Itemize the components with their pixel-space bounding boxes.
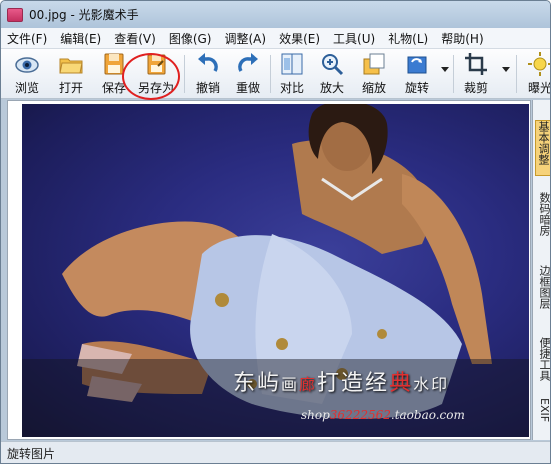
image-canvas[interactable]: 东屿画廊打造经典水印 shop36222562.taobao.com — [7, 100, 531, 440]
exposure-button[interactable]: 曝光 — [523, 51, 551, 97]
open-label: 打开 — [58, 81, 83, 95]
menu-tools[interactable]: 工具(U) — [333, 30, 375, 47]
zoom-in-label: 放大 — [319, 81, 344, 95]
undo-arrow-icon — [195, 51, 221, 77]
tab-basic-adjust[interactable]: 基本调整 — [535, 120, 550, 176]
menu-gifts[interactable]: 礼物(L) — [388, 30, 428, 47]
compare-label: 对比 — [279, 81, 304, 95]
watermark-text-5: 典 — [389, 371, 414, 396]
open-button[interactable]: 打开 — [53, 51, 89, 97]
menu-image[interactable]: 图像(G) — [169, 30, 212, 47]
watermark-text-3: 廊 — [299, 375, 318, 394]
toolbar: 浏览 打开 保存 另存为 撤销 重做 对比 放大 缩放 旋转 裁剪 曝光 — [1, 49, 551, 99]
exposure-label: 曝光 — [527, 81, 551, 95]
magnifier-plus-icon — [319, 51, 345, 77]
crop-icon — [463, 51, 489, 77]
eye-icon — [14, 51, 40, 77]
resize-icon — [361, 51, 387, 77]
window-title: 00.jpg - 光影魔术手 — [29, 8, 139, 22]
crop-dropdown-arrow-icon[interactable] — [502, 67, 510, 72]
compare-split-icon — [279, 51, 305, 77]
resize-label: 缩放 — [361, 81, 386, 95]
toolbar-separator — [184, 55, 185, 93]
resize-button[interactable]: 缩放 — [357, 51, 391, 97]
rotate-dropdown-arrow-icon[interactable] — [441, 67, 449, 72]
toolbar-separator — [453, 55, 454, 93]
app-logo-icon — [7, 7, 23, 22]
watermark-url-number: 36222562 — [329, 408, 391, 422]
redo-arrow-icon — [235, 51, 261, 77]
undo-label: 撤销 — [195, 81, 220, 95]
title-bar: 00.jpg - 光影魔术手 — [1, 1, 550, 28]
side-panel: 基本调整 数码暗房 边框图层 便捷工具 EXIF — [532, 100, 550, 440]
toolbar-separator — [270, 55, 271, 93]
watermark-url: shop36222562.taobao.com — [301, 408, 465, 422]
redo-label: 重做 — [235, 81, 260, 95]
browse-label: 浏览 — [14, 81, 39, 95]
toolbar-separator — [516, 55, 517, 93]
watermark-text-1: 东屿 — [233, 371, 282, 396]
status-bar: 旋转图片 — [1, 441, 550, 463]
rotate-label: 旋转 — [404, 81, 429, 95]
watermark-text-2: 画 — [281, 375, 300, 394]
app-window: 00.jpg - 光影魔术手 文件(F) 编辑(E) 查看(V) 图像(G) 调… — [0, 0, 551, 464]
menu-bar: 文件(F) 编辑(E) 查看(V) 图像(G) 调整(A) 效果(E) 工具(U… — [1, 28, 550, 49]
menu-adjust[interactable]: 调整(A) — [224, 30, 266, 47]
rotate-icon — [404, 51, 430, 77]
browse-button[interactable]: 浏览 — [9, 51, 45, 97]
tab-quick-tools[interactable]: 便捷工具 — [535, 337, 550, 387]
menu-edit[interactable]: 编辑(E) — [60, 30, 101, 47]
redo-button[interactable]: 重做 — [231, 51, 265, 97]
menu-view[interactable]: 查看(V) — [114, 30, 156, 47]
watermark-text-4: 打造经 — [317, 371, 390, 396]
menu-file[interactable]: 文件(F) — [7, 30, 47, 47]
crop-label: 裁剪 — [463, 81, 488, 95]
exposure-sun-icon — [527, 51, 550, 77]
tab-exif[interactable]: EXIF — [535, 398, 550, 434]
watermark-text-6: 水印 — [413, 375, 450, 394]
undo-button[interactable]: 撤销 — [191, 51, 225, 97]
zoom-in-button[interactable]: 放大 — [315, 51, 349, 97]
rotate-button[interactable]: 旋转 — [400, 51, 434, 97]
status-text: 旋转图片 — [7, 447, 56, 461]
crop-button[interactable]: 裁剪 — [459, 51, 493, 97]
menu-effects[interactable]: 效果(E) — [279, 30, 320, 47]
watermark-url-suffix: .taobao.com — [390, 408, 465, 422]
folder-open-icon — [58, 51, 84, 77]
watermark-url-prefix: shop — [301, 408, 330, 422]
tab-digital-darkroom[interactable]: 数码暗房 — [535, 192, 550, 252]
save-as-highlight-circle — [122, 53, 180, 100]
watermark-title: 东屿画廊打造经典水印 — [233, 365, 449, 397]
tab-border-layer[interactable]: 边框图层 — [535, 265, 550, 325]
menu-help[interactable]: 帮助(H) — [441, 30, 483, 47]
compare-button[interactable]: 对比 — [275, 51, 309, 97]
